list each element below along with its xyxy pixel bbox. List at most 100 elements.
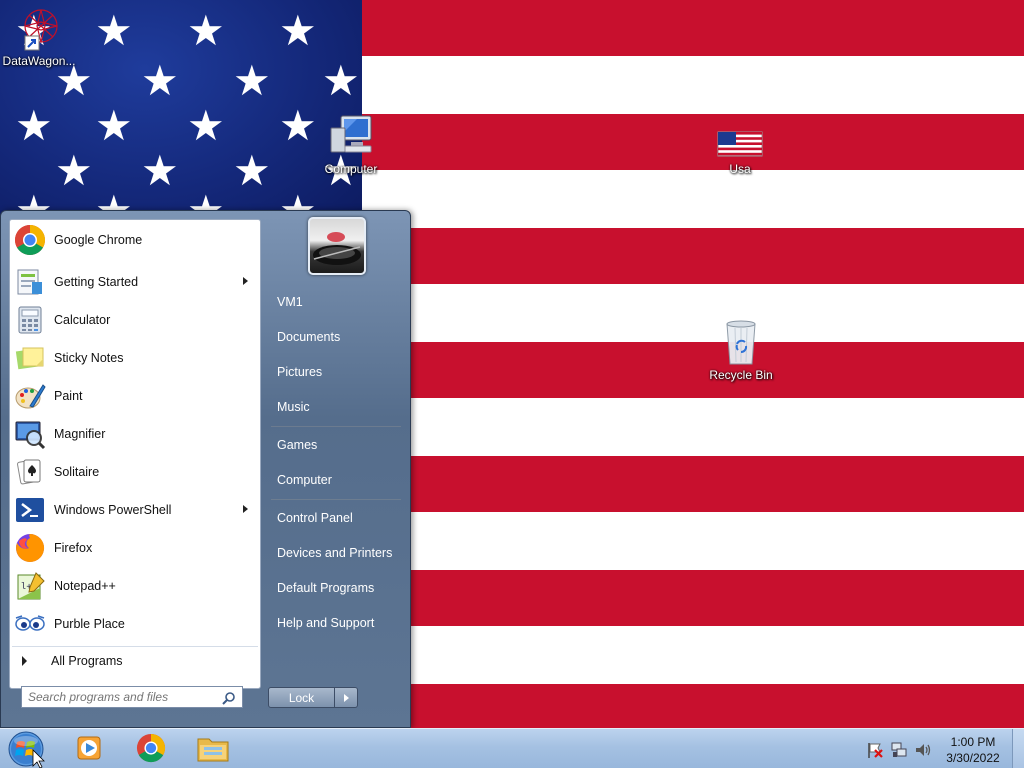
flag-star: ★ <box>141 56 179 105</box>
us-flag-icon <box>716 124 764 160</box>
program-item-label: Sticky Notes <box>54 351 124 365</box>
all-programs-label: All Programs <box>51 653 123 668</box>
start-button[interactable] <box>6 730 46 768</box>
taskbar-windows-explorer[interactable] <box>186 732 240 766</box>
search-icon[interactable] <box>222 691 236 705</box>
sticky-notes-icon <box>14 342 46 374</box>
show-desktop-button[interactable] <box>1012 729 1024 768</box>
right-item-pictures[interactable]: Pictures <box>267 357 403 387</box>
start-menu-programs-pane: Google Chrome Getting Started Calculator… <box>9 219 261 689</box>
submenu-arrow-icon[interactable] <box>243 277 248 285</box>
lock-button[interactable]: Lock <box>268 687 335 708</box>
desktop-icon-computer[interactable]: Computer <box>311 112 391 176</box>
powershell-icon <box>14 494 46 526</box>
program-item-paint[interactable]: Paint <box>12 378 258 414</box>
right-item-devices-and-printers[interactable]: Devices and Printers <box>267 538 403 568</box>
program-item-windows-powershell[interactable]: Windows PowerShell <box>12 492 258 528</box>
clock-date: 3/30/2022 <box>946 751 1000 765</box>
program-item-label: Magnifier <box>54 427 106 441</box>
right-item-label: Devices and Printers <box>277 546 393 560</box>
program-item-purble-place[interactable]: Purble Place <box>12 606 258 642</box>
taskbar-google-chrome[interactable] <box>124 732 178 766</box>
search-box[interactable] <box>21 686 243 708</box>
desktop-icon-recycle-bin[interactable]: Recycle Bin <box>701 318 781 382</box>
volume-icon[interactable] <box>914 741 932 762</box>
program-item-getting-started[interactable]: Getting Started <box>12 264 258 300</box>
right-item-control-panel[interactable]: Control Panel <box>267 503 403 533</box>
right-item-documents[interactable]: Documents <box>267 322 403 352</box>
all-programs-button[interactable]: All Programs <box>12 646 258 674</box>
submenu-arrow-icon[interactable] <box>243 505 248 513</box>
program-item-label: Google Chrome <box>54 233 143 247</box>
power-options-arrow-button[interactable] <box>335 687 358 708</box>
media-player-icon <box>75 734 103 765</box>
program-item-magnifier[interactable]: Magnifier <box>12 416 258 452</box>
program-item-notepadpp[interactable]: l++ Notepad++ <box>12 568 258 604</box>
getting-started-icon <box>14 266 46 298</box>
paint-icon <box>14 380 46 412</box>
start-menu: Google Chrome Getting Started Calculator… <box>0 210 411 728</box>
flag-star: ★ <box>95 6 133 55</box>
program-item-label: Purble Place <box>54 617 125 631</box>
datawagon-icon <box>15 4 63 52</box>
right-item-label: Help and Support <box>277 616 375 630</box>
right-item-label: VM1 <box>277 295 303 309</box>
program-item-solitaire[interactable]: Solitaire <box>12 454 258 490</box>
program-item-label: Getting Started <box>54 275 139 289</box>
firefox-icon <box>14 532 46 564</box>
recycle-bin-icon <box>717 318 765 366</box>
program-item-sticky-notes[interactable]: Sticky Notes <box>12 340 258 376</box>
computer-icon <box>327 112 375 160</box>
calculator-icon <box>14 304 46 336</box>
desktop-icon-datawagon[interactable]: DataWagon... <box>0 4 79 68</box>
right-item-games[interactable]: Games <box>267 430 403 460</box>
taskbar: 1:00 PM 3/30/2022 <box>0 728 1024 768</box>
flag-star: ★ <box>15 101 53 150</box>
search-input[interactable] <box>22 687 212 707</box>
program-item-label: Paint <box>54 389 83 403</box>
clock-time: 1:00 PM <box>950 735 996 749</box>
right-item-default-programs[interactable]: Default Programs <box>267 573 403 603</box>
right-item-label: Default Programs <box>277 581 375 595</box>
right-item-label: Games <box>277 438 318 452</box>
right-item-music[interactable]: Music <box>267 392 403 422</box>
lock-button-label: Lock <box>288 690 315 705</box>
desktop-icon-label: Usa <box>729 162 751 176</box>
right-item-computer[interactable]: Computer <box>267 465 403 495</box>
program-item-label: Firefox <box>54 541 93 555</box>
taskbar-media-player[interactable] <box>62 732 116 766</box>
flag-star: ★ <box>322 56 360 105</box>
desktop-icon-label: Recycle Bin <box>709 368 773 382</box>
purble-place-icon <box>14 608 46 640</box>
right-item-vm1[interactable]: VM1 <box>267 287 403 317</box>
program-item-label: Windows PowerShell <box>54 503 172 517</box>
flag-star: ★ <box>55 146 93 195</box>
chevron-right-icon <box>343 693 349 702</box>
program-item-firefox[interactable]: Firefox <box>12 530 258 566</box>
right-item-help-and-support[interactable]: Help and Support <box>267 608 403 638</box>
network-icon[interactable] <box>890 741 908 762</box>
program-item-label: Solitaire <box>54 465 100 479</box>
right-item-label: Music <box>277 400 310 414</box>
desktop-icon-label: DataWagon... <box>2 54 76 68</box>
magnifier-icon <box>14 418 46 450</box>
desktop-icon-usa[interactable]: Usa <box>700 124 780 176</box>
right-item-label: Documents <box>277 330 341 344</box>
chrome-icon <box>136 733 166 766</box>
user-account-picture[interactable] <box>308 217 366 275</box>
clock[interactable]: 1:00 PM 3/30/2022 <box>934 734 1012 766</box>
flag-star: ★ <box>187 6 225 55</box>
solitaire-icon <box>14 456 46 488</box>
flag-star: ★ <box>279 6 317 55</box>
separator <box>271 499 401 500</box>
action-center-flag-icon[interactable] <box>866 741 884 762</box>
program-item-label: Calculator <box>54 313 111 327</box>
right-item-label: Computer <box>277 473 332 487</box>
desktop-icon-label: Computer <box>324 162 378 176</box>
flag-star: ★ <box>141 146 179 195</box>
file-explorer-icon <box>196 733 230 766</box>
program-item-calculator[interactable]: Calculator <box>12 302 258 338</box>
right-item-label: Pictures <box>277 365 323 379</box>
program-item-google-chrome[interactable]: Google Chrome <box>12 222 258 258</box>
separator <box>271 426 401 427</box>
